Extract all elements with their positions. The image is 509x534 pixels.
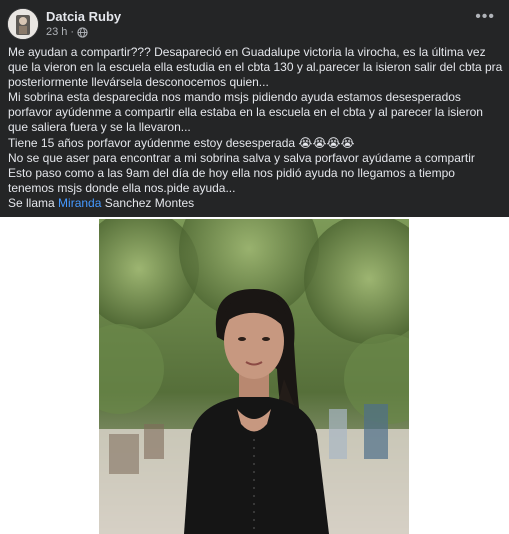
name-prefix: Se llama: [8, 195, 55, 210]
more-options-button[interactable]: •••: [475, 9, 495, 25]
post-meta: 23 h ·: [46, 26, 88, 38]
name-suffix: Sanchez Montes: [104, 195, 195, 210]
photo-image: [99, 219, 409, 534]
more-options-icon: •••: [475, 8, 495, 25]
globe-icon: [77, 26, 88, 38]
author-avatar[interactable]: [8, 9, 38, 39]
meta-separator: ·: [70, 26, 75, 38]
author-name[interactable]: Datcia Ruby: [46, 9, 121, 24]
post-paragraph-1: Me ayudan a compartir??? Desapareció en …: [8, 45, 503, 90]
post-paragraph-3: Tiene 15 años porfavor ayúdenme estoy de…: [8, 136, 503, 151]
post-paragraph-5: Esto paso como a las 9am del día de hoy …: [8, 165, 455, 195]
age-text: Tiene 15 años porfavor ayúdenme estoy de…: [8, 135, 296, 150]
post-photo[interactable]: [99, 219, 409, 534]
post-text: Me ayudan a compartir??? Desapareció en …: [8, 45, 503, 211]
post-timestamp[interactable]: 23 h: [46, 26, 67, 38]
post-paragraph-2: Mi sobrina esta desparecida nos mando ms…: [8, 90, 483, 135]
facebook-post: Datcia Ruby 23 h · ••• Me ayudan a compa…: [0, 0, 509, 217]
name-mention-link[interactable]: Miranda: [58, 196, 101, 210]
post-paragraph-name: Se llama Miranda Sanchez Montes: [8, 196, 503, 211]
avatar-image: [8, 9, 38, 39]
crying-emojis: 😭😭😭😭: [298, 135, 355, 150]
post-paragraph-4: No se que aser para encontrar a mi sobri…: [8, 150, 475, 165]
